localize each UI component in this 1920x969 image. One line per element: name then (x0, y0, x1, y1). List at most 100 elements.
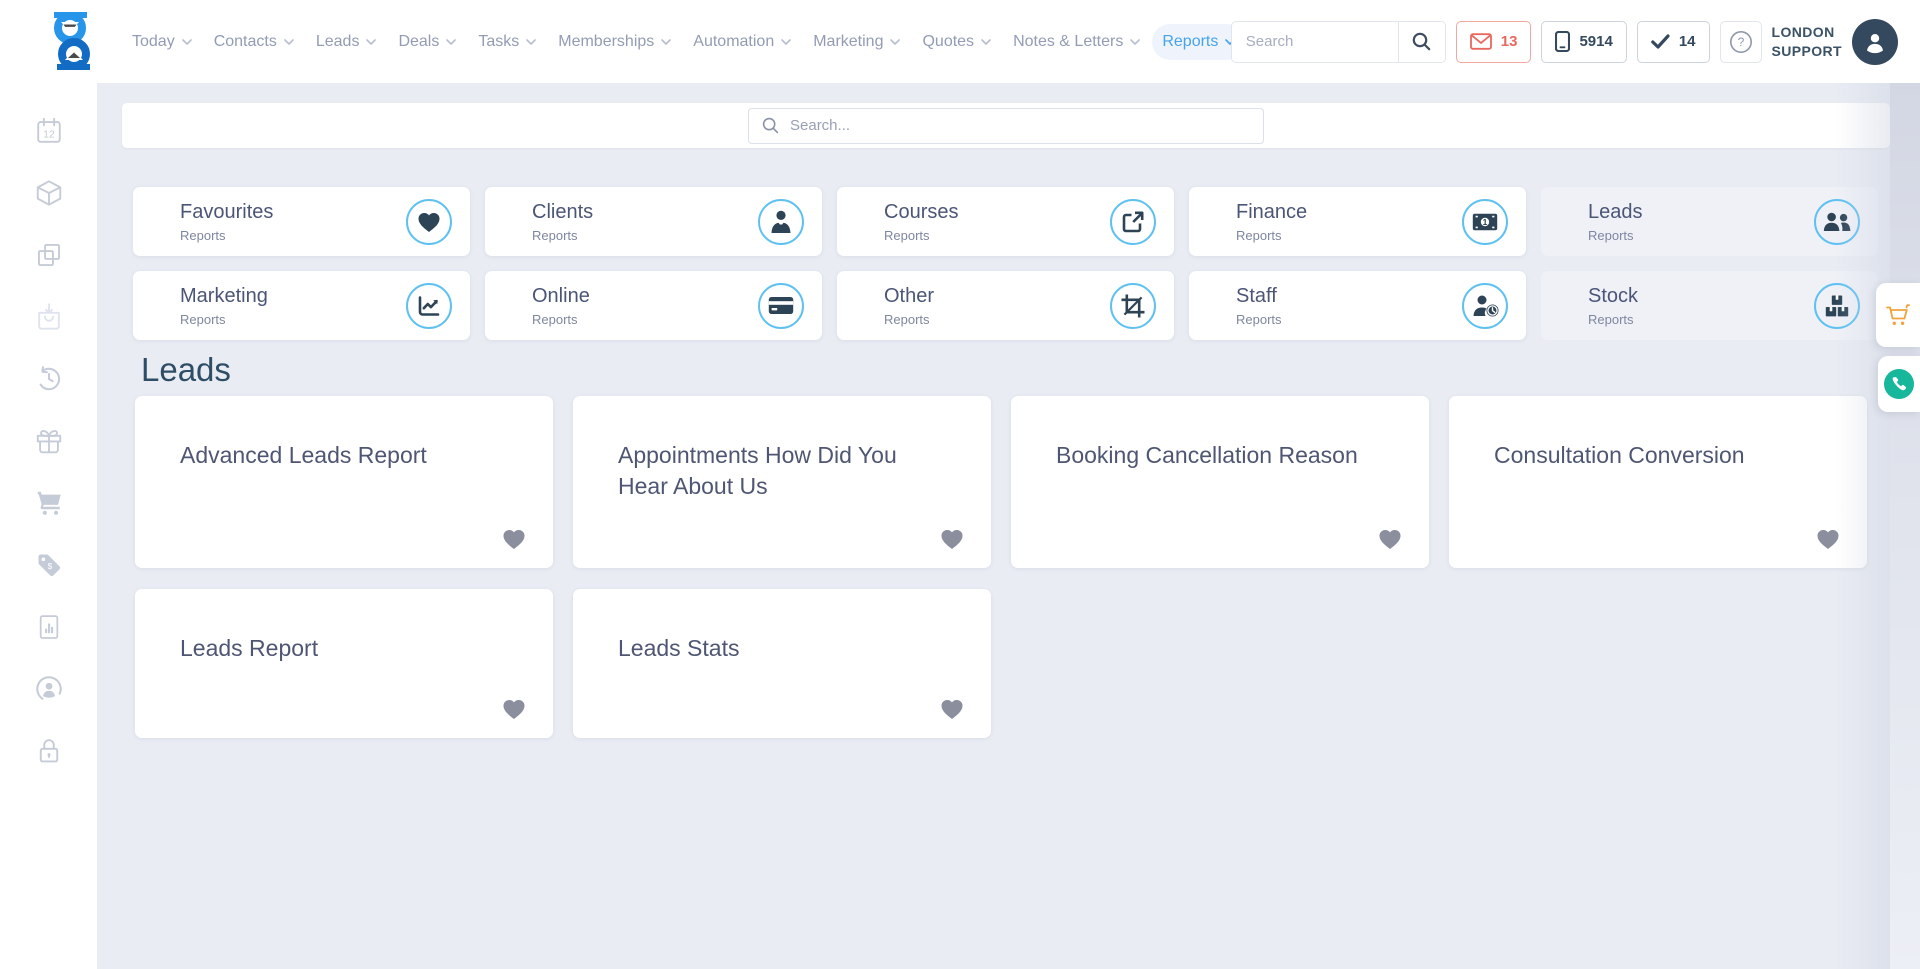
tasks-badge[interactable]: 14 (1637, 21, 1710, 63)
sidebar: 12 $ (0, 83, 97, 969)
external-link-icon (1110, 199, 1156, 245)
phone-icon (1884, 369, 1914, 399)
price-tag-icon: $ (35, 551, 63, 579)
main-content: FavouritesReportsClientsReportsCoursesRe… (97, 83, 1920, 969)
reports-search-input[interactable] (788, 116, 1250, 135)
header-search (1231, 21, 1446, 63)
category-tile-courses[interactable]: CoursesReports (837, 187, 1174, 256)
search-icon (1412, 32, 1431, 51)
favourite-heart-icon[interactable] (1816, 528, 1840, 550)
heart-icon (406, 199, 452, 245)
sidebar-item-clone[interactable] (35, 240, 63, 270)
report-card-title: Advanced Leads Report (180, 440, 508, 471)
category-tile-clients[interactable]: ClientsReports (485, 187, 822, 256)
nav-item-label: Automation (693, 33, 774, 51)
nav-item-leads[interactable]: Leads (306, 24, 387, 60)
nav-item-memberships[interactable]: Memberships (548, 24, 681, 60)
basket-tab[interactable] (1876, 283, 1920, 347)
nav-item-tasks[interactable]: Tasks (468, 24, 546, 60)
category-tile-other[interactable]: OtherReports (837, 271, 1174, 340)
sidebar-item-report-doc[interactable] (35, 612, 63, 642)
sidebar-item-gift[interactable] (34, 426, 64, 456)
section-title: Leads (141, 351, 231, 389)
category-tile-marketing[interactable]: MarketingReports (133, 271, 470, 340)
nav-item-label: Leads (316, 33, 360, 51)
favourite-heart-icon[interactable] (940, 528, 964, 550)
category-tile-favourites[interactable]: FavouritesReports (133, 187, 470, 256)
gift-icon (34, 426, 64, 456)
chevron-down-icon (284, 39, 294, 46)
category-tile-staff[interactable]: StaffReports (1189, 271, 1526, 340)
app-header: Today Contacts Leads Deals Tasks Memberships A… (0, 0, 1920, 83)
chevron-down-icon (526, 39, 536, 46)
nav-item-contacts[interactable]: Contacts (204, 24, 304, 60)
phone-badge[interactable]: 5914 (1541, 21, 1626, 63)
nav-item-marketing[interactable]: Marketing (803, 24, 910, 60)
users-icon (1814, 199, 1860, 245)
crop-icon (1110, 283, 1156, 329)
report-card-title: Leads Report (180, 633, 508, 664)
search-button[interactable] (1398, 22, 1445, 62)
category-tile-finance[interactable]: FinanceReports1 (1189, 187, 1526, 256)
check-icon (1651, 34, 1670, 49)
sidebar-item-support[interactable] (34, 674, 64, 704)
sidebar-item-calendar-12[interactable]: 12 (34, 116, 64, 146)
nav-item-automation[interactable]: Automation (683, 24, 801, 60)
messages-badge[interactable]: 13 (1456, 21, 1532, 63)
nav-item-quotes[interactable]: Quotes (912, 24, 1001, 60)
sidebar-item-lock[interactable] (36, 736, 62, 766)
lock-icon (36, 737, 62, 765)
report-card-advanced-leads-report[interactable]: Advanced Leads Report (135, 396, 553, 568)
header-search-input[interactable] (1232, 33, 1398, 50)
sidebar-item-price-tag[interactable]: $ (35, 550, 63, 580)
svg-text:12: 12 (43, 130, 55, 141)
nav-item-deals[interactable]: Deals (388, 24, 466, 60)
category-tile-online[interactable]: OnlineReports (485, 271, 822, 340)
favourite-heart-icon[interactable] (502, 528, 526, 550)
avatar[interactable] (1852, 19, 1898, 65)
nav-item-label: Tasks (478, 33, 519, 51)
report-card-consultation-conversion[interactable]: Consultation Conversion (1449, 396, 1867, 568)
help-circle-icon: ? (1729, 30, 1753, 54)
report-doc-icon (35, 613, 63, 641)
favourite-heart-icon[interactable] (940, 698, 964, 720)
reports-search-panel (122, 103, 1890, 148)
app-logo[interactable] (44, 11, 100, 71)
report-card-title: Appointments How Did You Hear About Us (618, 440, 946, 502)
favourite-heart-icon[interactable] (1378, 528, 1402, 550)
shopping-cart-icon (1885, 303, 1911, 327)
chevron-down-icon (890, 39, 900, 46)
report-card-appointments-how-did-you-hear-about-us[interactable]: Appointments How Did You Hear About Us (573, 396, 991, 568)
nav-item-today[interactable]: Today (122, 24, 202, 60)
svg-text:$: $ (47, 561, 52, 571)
favourite-heart-icon[interactable] (502, 698, 526, 720)
user-clock-icon (1462, 283, 1508, 329)
chevron-down-icon (661, 39, 671, 46)
nav-item-label: Reports (1162, 33, 1218, 51)
user-name-line2: SUPPORT (1772, 42, 1842, 60)
report-card-leads-stats[interactable]: Leads Stats (573, 589, 991, 738)
sidebar-item-bag-receive[interactable] (34, 302, 64, 332)
report-card-title: Leads Stats (618, 633, 946, 664)
sidebar-item-history[interactable] (34, 364, 64, 394)
category-tile-stock[interactable]: StockReports (1541, 271, 1878, 340)
sidebar-item-cart[interactable] (34, 488, 64, 518)
report-card-title: Consultation Conversion (1494, 440, 1822, 471)
sidebar-item-package[interactable] (34, 178, 64, 208)
report-categories: FavouritesReportsClientsReportsCoursesRe… (133, 187, 1878, 340)
calendar-12-icon: 12 (34, 116, 64, 146)
nav-item-label: Notes & Letters (1013, 33, 1123, 51)
report-card-leads-report[interactable]: Leads Report (135, 589, 553, 738)
support-chat-tab[interactable] (1878, 356, 1920, 412)
nav-item-notes-letters[interactable]: Notes & Letters (1003, 24, 1150, 60)
header-actions: 13 5914 14 ? LONDON SUPPORT (1231, 0, 1898, 83)
report-card-title: Booking Cancellation Reason (1056, 440, 1384, 471)
nav-item-label: Quotes (922, 33, 974, 51)
report-card-booking-cancellation-reason[interactable]: Booking Cancellation Reason (1011, 396, 1429, 568)
report-card-list: Advanced Leads Report Appointments How Di… (135, 396, 1884, 738)
phone-count: 5914 (1579, 33, 1612, 50)
boxes-icon (1814, 283, 1860, 329)
category-tile-leads[interactable]: LeadsReports (1541, 187, 1878, 256)
nav-item-label: Contacts (214, 33, 277, 51)
help-button[interactable]: ? (1720, 21, 1762, 63)
